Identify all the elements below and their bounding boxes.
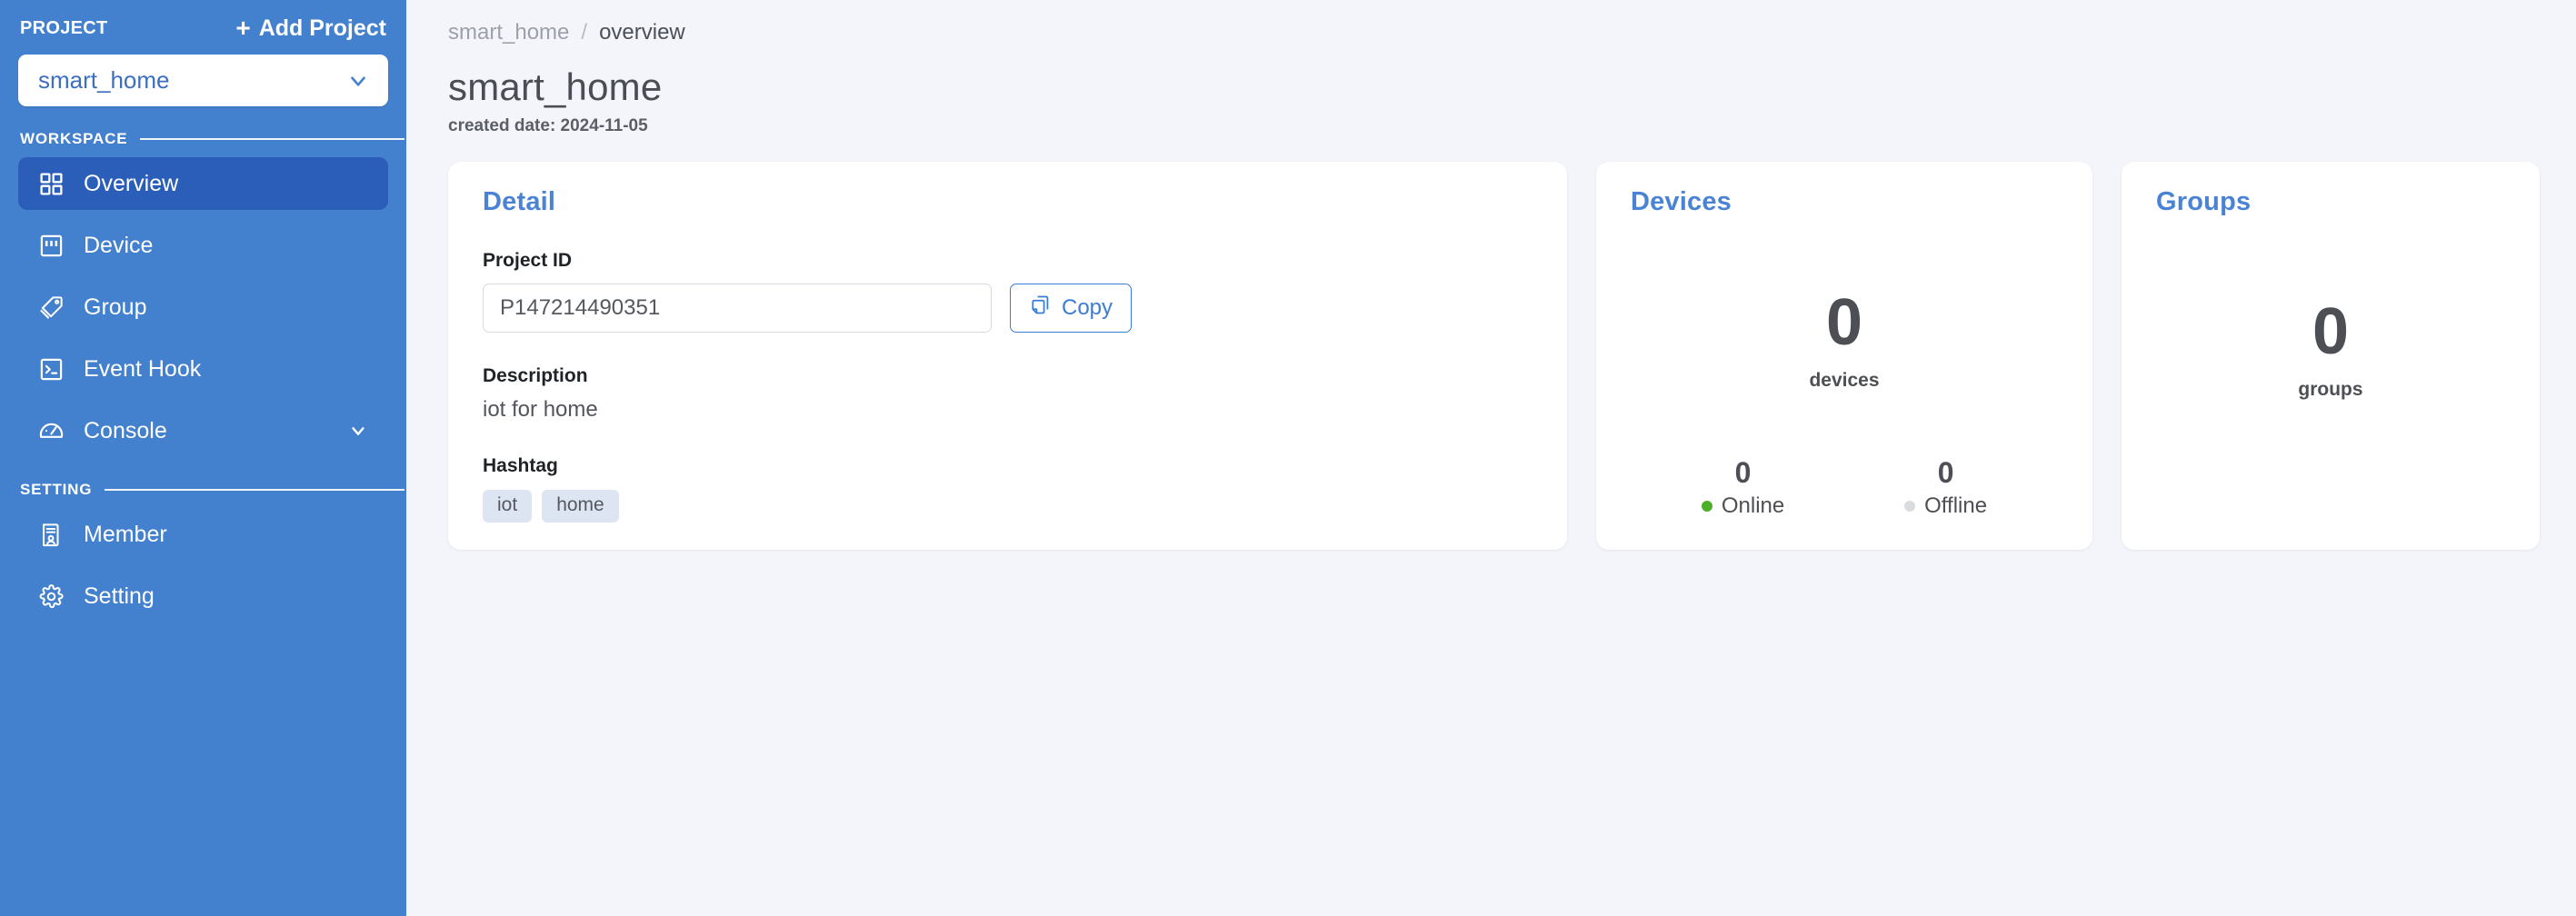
chevron-down-icon: [346, 69, 370, 93]
tag-icon: [38, 294, 65, 321]
section-divider: [140, 138, 404, 140]
devices-online-count: 0: [1734, 456, 1752, 490]
groups-count: 0: [2311, 295, 2350, 369]
online-status-dot: [1701, 501, 1712, 513]
created-date: created date: 2024-11-05: [448, 116, 648, 135]
devices-card-title: Devices: [1630, 187, 1732, 216]
terminal-icon: [38, 356, 65, 383]
gauge-icon: [38, 418, 65, 444]
sidebar-item-group[interactable]: Group: [18, 281, 388, 334]
detail-card: Detail Project ID Copy Description iot f…: [448, 162, 1567, 551]
project-select-value: smart_home: [38, 66, 170, 94]
page-title: smart_home: [448, 65, 663, 108]
hashtag-chip[interactable]: iot: [483, 490, 533, 523]
sidebar-item-label: Group: [84, 294, 147, 320]
main-content: smart_home / overview smart_home created…: [406, 0, 2576, 916]
sidebar-item-label: Device: [84, 232, 154, 258]
sidebar-item-overview[interactable]: Overview: [18, 157, 388, 210]
devices-count: 0: [1825, 285, 1862, 359]
breadcrumb-root[interactable]: smart_home: [448, 20, 569, 45]
sidebar-section-setting-label: SETTING: [20, 481, 93, 498]
member-doc-icon: [38, 522, 65, 548]
plus-icon: +: [235, 14, 251, 42]
groups-card: Groups 0 groups: [2122, 162, 2540, 551]
sidebar-item-label: Overview: [84, 170, 179, 196]
devices-offline-stat: 0 Offline: [1904, 458, 1987, 519]
chevron-down-icon[interactable]: [348, 421, 368, 441]
project-select[interactable]: smart_home: [18, 55, 388, 106]
sidebar-item-setting[interactable]: Setting: [18, 570, 388, 622]
copy-button-label: Copy: [1062, 295, 1113, 320]
devices-total-stat: 0 devices: [1631, 226, 2058, 454]
add-project-button[interactable]: + Add Project: [235, 15, 386, 42]
sidebar-item-console[interactable]: Console: [18, 404, 388, 457]
groups-total-stat: 0 groups: [2156, 217, 2505, 523]
groups-unit: groups: [2298, 379, 2363, 401]
hashtag-list: iot home: [483, 490, 1533, 523]
hashtag-label: Hashtag: [483, 455, 558, 476]
sidebar-header: PROJECT + Add Project: [18, 0, 388, 42]
project-id-input[interactable]: [483, 284, 992, 333]
sidebar-section-workspace: WORKSPACE: [18, 130, 404, 148]
breadcrumb: smart_home / overview: [448, 13, 2540, 45]
copy-button[interactable]: Copy: [1010, 284, 1133, 333]
breadcrumb-current: overview: [599, 20, 685, 45]
sidebar-workspace-list: Overview Device Group Event Hook Console: [18, 157, 388, 457]
sidebar-item-member[interactable]: Member: [18, 508, 388, 561]
gear-icon: [38, 583, 65, 610]
devices-unit: devices: [1809, 369, 1880, 391]
section-divider: [105, 489, 404, 491]
cards-row: Detail Project ID Copy Description iot f…: [448, 162, 2540, 551]
devices-online-label: Online: [1721, 493, 1785, 519]
sidebar-project-label: PROJECT: [20, 17, 108, 38]
project-id-label: Project ID: [483, 250, 573, 271]
devices-online-stat: 0 Online: [1701, 456, 1785, 519]
sidebar-item-device[interactable]: Device: [18, 219, 388, 272]
sidebar-section-setting: SETTING: [18, 481, 404, 499]
sidebar-item-label: Setting: [84, 582, 155, 609]
sidebar-item-label: Member: [84, 521, 167, 547]
description-label: Description: [483, 365, 588, 386]
sidebar-item-label: Console: [84, 417, 167, 443]
sidebar: PROJECT + Add Project smart_home WORKSPA…: [0, 0, 406, 916]
devices-offline-label: Offline: [1924, 493, 1988, 519]
devices-status-row: 0 Online 0 Offline: [1631, 458, 2058, 523]
detail-card-title: Detail: [483, 187, 556, 216]
grid-icon: [38, 171, 65, 197]
devices-offline-count: 0: [1937, 456, 1954, 490]
chip-icon: [38, 233, 65, 259]
sidebar-item-label: Event Hook: [84, 355, 202, 382]
breadcrumb-separator: /: [581, 20, 588, 45]
sidebar-section-workspace-label: WORKSPACE: [20, 130, 128, 147]
sidebar-item-event-hook[interactable]: Event Hook: [18, 343, 388, 395]
devices-card: Devices 0 devices 0 Online 0 Offline: [1595, 162, 2092, 551]
project-id-row: Copy: [483, 284, 1533, 333]
hashtag-chip[interactable]: home: [542, 490, 619, 523]
description-value: iot for home: [483, 397, 598, 422]
groups-card-title: Groups: [2156, 187, 2252, 216]
copy-icon: [1029, 294, 1052, 323]
sidebar-setting-list: Member Setting: [18, 508, 388, 622]
offline-status-dot: [1904, 501, 1916, 513]
add-project-label: Add Project: [258, 15, 386, 41]
